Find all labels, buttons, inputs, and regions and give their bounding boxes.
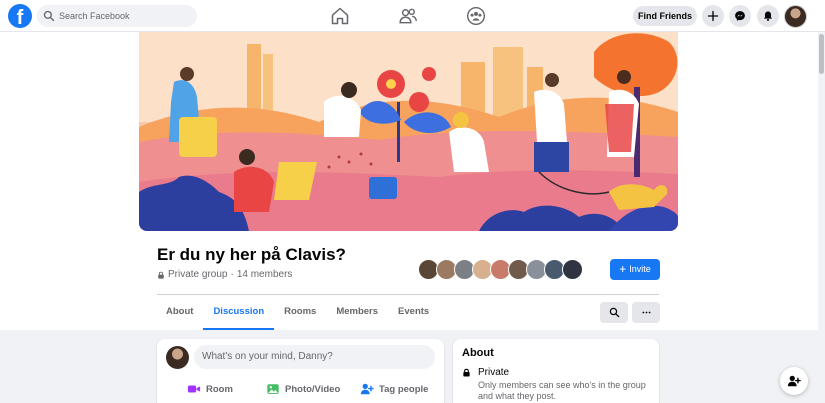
tab-rooms[interactable]: Rooms	[274, 295, 326, 330]
group-meta: Private group · 14 members	[157, 269, 292, 280]
create-button[interactable]	[702, 5, 724, 27]
invite-button[interactable]: + Invite	[610, 259, 660, 280]
privacy-title: Private	[478, 367, 510, 378]
facebook-logo[interactable]: f	[8, 4, 32, 28]
lock-icon	[463, 368, 470, 377]
privacy-description: Only members can see who's in the group …	[478, 380, 646, 401]
messenger-icon	[735, 11, 745, 21]
privacy-label[interactable]: Private group	[168, 269, 227, 280]
search-input[interactable]	[59, 11, 189, 21]
group-title[interactable]: Er du ny her på Clavis?	[157, 245, 346, 265]
search-icon	[609, 307, 619, 318]
tab-discussion[interactable]: Discussion	[203, 295, 275, 330]
meta-separator: ·	[230, 269, 234, 280]
scrollbar-thumb[interactable]	[819, 34, 824, 74]
page-scrollbar[interactable]	[818, 32, 825, 403]
tag-people-button[interactable]: Tag people	[360, 382, 428, 396]
video-room-icon	[187, 385, 201, 393]
post-composer: What's on your mind, Danny? Room Photo/V…	[157, 339, 444, 403]
account-avatar[interactable]	[784, 5, 807, 28]
bell-icon	[763, 11, 773, 22]
top-navigation: f Find Friends	[0, 0, 825, 32]
about-heading: About	[462, 347, 494, 359]
cover-illustration	[139, 32, 678, 231]
room-label: Room	[206, 383, 233, 395]
group-tabs: About Discussion Rooms Members Events	[157, 295, 439, 330]
photo-video-button[interactable]: Photo/Video	[266, 382, 340, 396]
member-count[interactable]: 14 members	[237, 269, 293, 280]
user-avatar[interactable]	[166, 346, 189, 369]
home-icon[interactable]	[330, 6, 350, 26]
find-friends-button[interactable]: Find Friends	[633, 6, 697, 26]
tab-members[interactable]: Members	[326, 295, 388, 330]
groups-icon[interactable]	[466, 6, 486, 26]
about-card: About Private Only members can see who's…	[453, 339, 659, 403]
add-people-icon	[787, 375, 801, 387]
photo-icon	[267, 384, 279, 394]
lock-icon	[158, 271, 164, 279]
group-header: Er du ny her på Clavis? Private group · …	[0, 32, 818, 330]
more-icon	[642, 311, 650, 314]
room-button[interactable]: Room	[187, 382, 233, 396]
notifications-button[interactable]	[757, 5, 779, 27]
tab-events[interactable]: Events	[388, 295, 439, 330]
more-options-button[interactable]	[632, 302, 660, 323]
cover-photo[interactable]	[139, 32, 678, 231]
search-bar[interactable]	[37, 5, 197, 27]
tag-people-icon	[360, 383, 374, 395]
new-message-button[interactable]	[780, 367, 808, 395]
search-icon	[43, 10, 55, 22]
plus-icon	[707, 10, 719, 22]
plus-icon: +	[619, 262, 627, 276]
photo-video-label: Photo/Video	[285, 383, 341, 395]
composer-input[interactable]: What's on your mind, Danny?	[194, 345, 435, 369]
invite-label: Invite	[629, 264, 651, 274]
tag-people-label: Tag people	[379, 383, 429, 395]
member-avatar[interactable]	[562, 259, 583, 280]
group-search-button[interactable]	[600, 302, 628, 323]
tab-about[interactable]: About	[157, 295, 203, 330]
friends-icon[interactable]	[398, 6, 418, 26]
messenger-button[interactable]	[729, 5, 751, 27]
